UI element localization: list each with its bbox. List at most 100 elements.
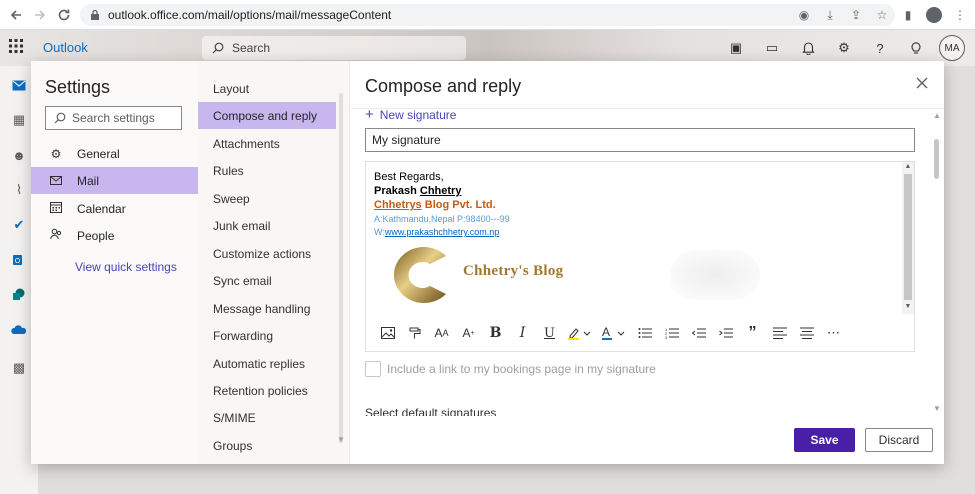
menu-dots-icon[interactable]: ⋮ [949, 4, 971, 26]
nav-message-handling[interactable]: Message handling [198, 295, 336, 322]
category-people[interactable]: People [31, 222, 198, 249]
bell-icon[interactable] [795, 35, 821, 61]
eye-icon[interactable]: ◉ [793, 4, 815, 26]
lightbulb-icon[interactable] [903, 35, 929, 61]
superscript-icon[interactable]: A + [455, 322, 482, 344]
bold-icon[interactable]: B [482, 322, 509, 344]
editor-scroll-thumb[interactable] [904, 174, 912, 300]
profile-icon[interactable] [923, 4, 945, 26]
bookings-label: Include a link to my bookings page in my… [387, 362, 656, 376]
calendar-icon[interactable]: ▦ [9, 110, 29, 130]
help-icon[interactable]: ? [867, 35, 893, 61]
nav-rules[interactable]: Rules [198, 157, 336, 184]
star-icon[interactable]: ☆ [871, 4, 893, 26]
app-launcher-icon[interactable] [8, 38, 28, 58]
nav-junk-email[interactable]: Junk email [198, 212, 336, 239]
scroll-down-arrow-icon[interactable]: ▼ [902, 303, 914, 310]
bullet-list-icon[interactable] [631, 322, 658, 344]
view-quick-settings-link[interactable]: View quick settings [75, 260, 177, 274]
decrease-indent-icon[interactable] [685, 322, 712, 344]
category-calendar[interactable]: Calendar [31, 195, 198, 222]
nav-retention-policies[interactable]: Retention policies [198, 377, 336, 404]
nav-attachments[interactable]: Attachments [198, 130, 336, 157]
nav-groups[interactable]: Groups [198, 432, 336, 459]
reload-icon[interactable] [52, 3, 76, 27]
dialog-footer: Save Discard [351, 416, 944, 464]
align-left-icon[interactable] [766, 322, 793, 344]
nav-sync-email[interactable]: Sync email [198, 267, 336, 294]
signature-body[interactable]: Best Regards, Prakash Chhetry Chhetrys B… [366, 162, 902, 312]
quote-icon[interactable]: ” [739, 322, 766, 344]
sig-website-link[interactable]: www.prakashchhetry.com.np [385, 227, 499, 237]
plus-icon: + [365, 106, 374, 123]
url-text: outlook.office.com/mail/options/mail/mes… [108, 8, 392, 22]
my-day-icon[interactable]: ▭ [759, 35, 785, 61]
category-mail[interactable]: Mail [31, 167, 198, 194]
back-arrow-icon[interactable] [4, 3, 28, 27]
nav-sweep[interactable]: Sweep [198, 185, 336, 212]
settings-dialog: Settings Search settings ⚙ General Mail … [31, 61, 944, 464]
app-title[interactable]: Outlook [43, 40, 88, 55]
increase-indent-icon[interactable] [712, 322, 739, 344]
forward-arrow-icon[interactable] [28, 3, 52, 27]
category-label: General [77, 146, 120, 161]
install-icon[interactable]: ⤓ [819, 4, 841, 26]
numbered-list-icon[interactable]: 123 [658, 322, 685, 344]
mail-icon[interactable] [9, 75, 29, 95]
todo-icon[interactable]: ✔ [9, 215, 29, 235]
nav-compose-and-reply[interactable]: Compose and reply [198, 102, 336, 129]
nav-automatic-replies[interactable]: Automatic replies [198, 350, 336, 377]
nav-smime[interactable]: S/MIME [198, 404, 336, 431]
address-bar[interactable]: outlook.office.com/mail/options/mail/mes… [80, 4, 895, 26]
highlight-icon[interactable] [563, 322, 597, 344]
logo-text: Chhetry's Blog [463, 263, 564, 279]
new-signature-button[interactable]: + New signature [365, 106, 456, 123]
browser-toolbar: outlook.office.com/mail/options/mail/mes… [0, 0, 975, 30]
share-icon[interactable]: ⇪ [845, 4, 867, 26]
sidebar-icon[interactable]: ▮ [897, 4, 919, 26]
sharepoint-icon[interactable] [9, 285, 29, 305]
insert-picture-icon[interactable] [374, 322, 401, 344]
scroll-down-arrow-icon[interactable]: ▼ [933, 404, 941, 413]
format-painter-icon[interactable] [401, 322, 428, 344]
settings-search-input[interactable]: Search settings [45, 106, 182, 130]
people-icon[interactable]: ☻ [9, 145, 29, 165]
save-button[interactable]: Save [794, 428, 855, 452]
search-box[interactable]: Search [202, 36, 466, 60]
onedrive-icon[interactable] [9, 320, 29, 340]
paperclip-icon[interactable]: ⌇ [9, 180, 29, 200]
signature-name-input[interactable]: My signature [365, 128, 915, 152]
calendar-icon [49, 201, 63, 216]
editor-scrollbar[interactable]: ▲ ▼ [902, 162, 914, 314]
avatar[interactable]: MA [939, 35, 965, 61]
italic-icon[interactable]: I [509, 322, 536, 344]
outlook-icon[interactable]: O [9, 250, 29, 270]
scroll-up-arrow-icon[interactable]: ▲ [933, 111, 941, 120]
align-center-icon[interactable] [793, 322, 820, 344]
pane-scrollbar[interactable] [934, 139, 939, 179]
font-size-icon[interactable]: AA [428, 322, 455, 344]
nav-scrollbar[interactable] [339, 93, 343, 443]
svg-text:O: O [15, 258, 21, 265]
gear-icon[interactable]: ⚙ [831, 35, 857, 61]
close-icon[interactable] [916, 76, 928, 94]
nav-layout[interactable]: Layout [198, 75, 336, 102]
category-label: Mail [77, 173, 100, 188]
nav-forwarding[interactable]: Forwarding [198, 322, 336, 349]
logo-c-icon [393, 247, 446, 303]
teams-icon[interactable]: ▣ [723, 35, 749, 61]
signature-logo: Chhetry's Blog [380, 246, 770, 304]
scroll-up-arrow-icon[interactable]: ▲ [902, 163, 914, 170]
more-options-icon[interactable]: ⋯ [820, 322, 847, 344]
font-color-icon[interactable]: A [597, 322, 631, 344]
bookings-checkbox[interactable] [365, 361, 381, 377]
discard-button[interactable]: Discard [865, 428, 933, 452]
underline-icon[interactable]: U [536, 322, 563, 344]
sig-name: Prakash Chhetry [374, 185, 462, 197]
search-placeholder: Search [232, 41, 271, 55]
nav-customize-actions[interactable]: Customize actions [198, 240, 336, 267]
signature-editor[interactable]: Best Regards, Prakash Chhetry Chhetrys B… [365, 161, 915, 352]
category-general[interactable]: ⚙ General [31, 140, 198, 167]
scroll-down-arrow-icon[interactable]: ▼ [337, 435, 345, 444]
more-apps-icon[interactable]: ▩ [9, 358, 29, 378]
